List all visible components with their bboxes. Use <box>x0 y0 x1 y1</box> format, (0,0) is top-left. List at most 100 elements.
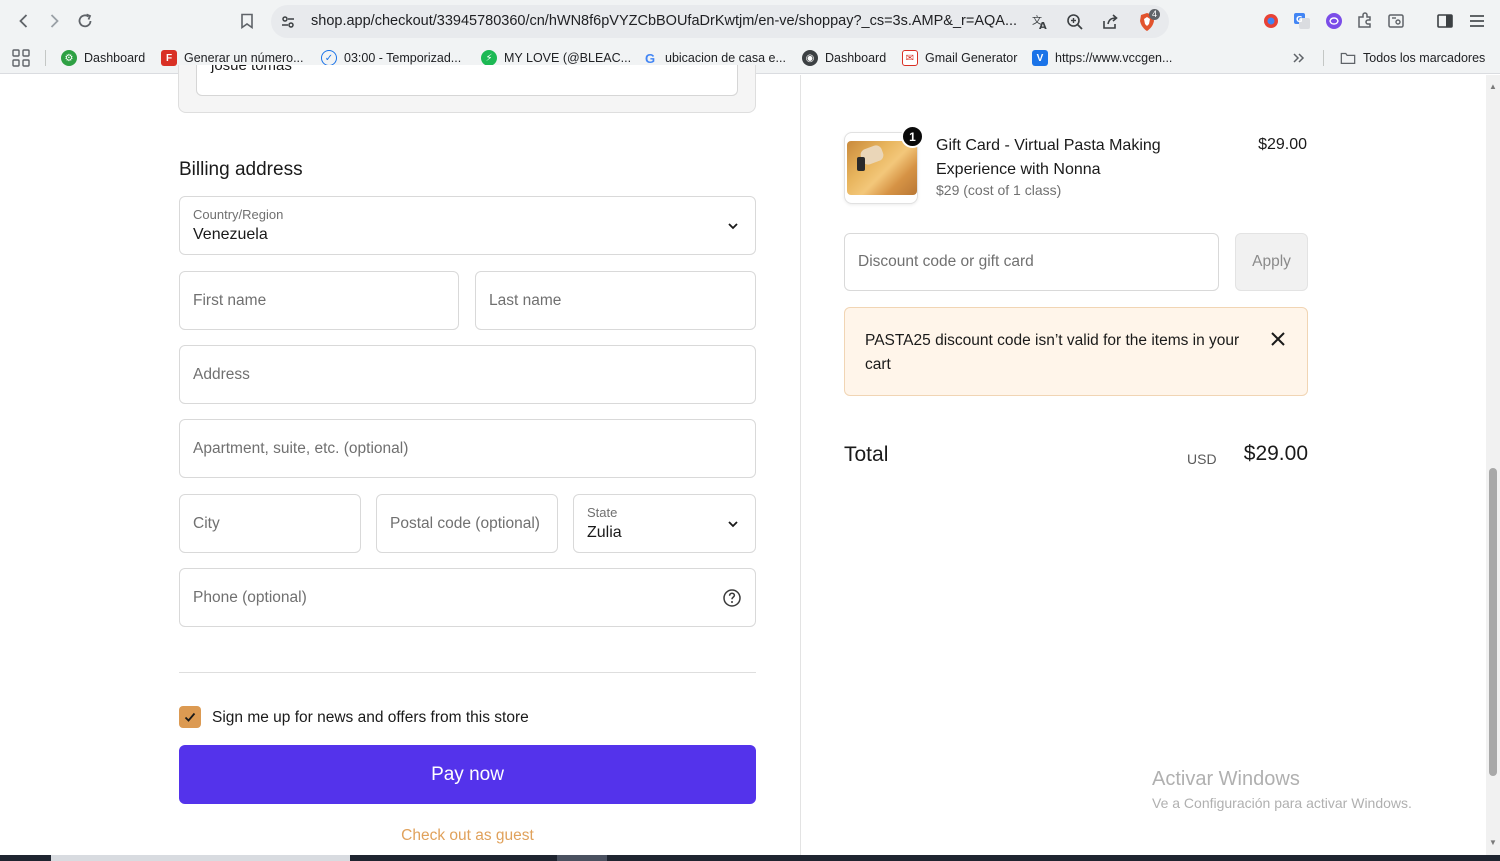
close-icon[interactable] <box>1269 330 1287 348</box>
svg-text:A: A <box>1039 21 1047 31</box>
total-currency: USD <box>1187 451 1217 467</box>
checkout-page: josue tomas Billing address Country/Regi… <box>0 65 1500 855</box>
discount-placeholder: Discount code or gift card <box>858 253 1034 270</box>
pay-now-button[interactable]: Pay now <box>179 745 756 804</box>
checkout-as-guest-link[interactable]: Check out as guest <box>179 827 756 845</box>
last-name-input[interactable]: Last name <box>475 271 756 330</box>
bookmark-gmail-generator[interactable]: ✉ Gmail Generator <box>902 49 1017 67</box>
country-value: Venezuela <box>193 226 268 243</box>
discount-code-input[interactable]: Discount code or gift card <box>844 233 1219 291</box>
extensions-puzzle-icon[interactable] <box>1354 10 1376 32</box>
section-divider <box>179 672 756 673</box>
apartment-placeholder: Apartment, suite, etc. (optional) <box>193 439 409 457</box>
scroll-down-icon[interactable]: ▼ <box>1489 839 1497 847</box>
newsletter-label: Sign me up for news and offers from this… <box>212 709 529 726</box>
checkmark-icon <box>184 712 196 722</box>
more-bookmarks-icon[interactable] <box>1292 49 1306 67</box>
zoom-icon[interactable] <box>1064 11 1086 33</box>
state-label: State <box>587 505 618 520</box>
brave-shield-icon[interactable]: 4 <box>1136 9 1161 33</box>
check-clock-icon: ✓ <box>321 50 337 66</box>
bookmark-label: ubicacion de casa e... <box>665 51 786 65</box>
bookmark-label: Gmail Generator <box>925 51 1018 65</box>
taskbar-item[interactable] <box>557 855 607 861</box>
browser-toolbar: shop.app/checkout/33945780360/cn/hWN8f6p… <box>0 0 1500 42</box>
discount-error-message: PASTA25 discount code isn’t valid for th… <box>865 332 1240 373</box>
svg-text:G: G <box>1296 15 1303 24</box>
windows-activation-title: Activar Windows <box>1152 768 1300 790</box>
v-logo-icon: V <box>1032 50 1048 66</box>
url-text[interactable]: shop.app/checkout/33945780360/cn/hWN8f6p… <box>311 13 1031 29</box>
contact-card: josue tomas <box>178 65 756 113</box>
google-translate-icon[interactable]: G <box>1291 10 1313 32</box>
bookmark-icon[interactable] <box>234 8 260 34</box>
bookmark-label: Dashboard <box>825 51 887 65</box>
state-value: Zulia <box>587 524 622 541</box>
first-name-placeholder: First name <box>193 291 267 309</box>
forward-icon[interactable] <box>41 8 67 34</box>
total-amount: $29.00 <box>1243 442 1308 465</box>
apartment-input[interactable]: Apartment, suite, etc. (optional) <box>179 419 756 478</box>
bookmark-label: Dashboard <box>84 51 146 65</box>
bookmark-label: 03:00 - Temporizad... <box>344 51 462 65</box>
apply-button[interactable]: Apply <box>1235 233 1308 291</box>
city-input[interactable]: City <box>179 494 361 553</box>
address-bar[interactable]: shop.app/checkout/33945780360/cn/hWN8f6p… <box>271 5 1169 38</box>
item-price: $29.00 <box>1258 136 1307 153</box>
scroll-up-icon[interactable]: ▲ <box>1489 83 1497 91</box>
share-icon[interactable] <box>1099 11 1121 33</box>
apps-grid-icon[interactable] <box>12 49 30 67</box>
site-info-icon[interactable] <box>277 11 299 33</box>
scrollbar-thumb[interactable] <box>1489 468 1497 776</box>
all-bookmarks[interactable]: Todos los marcadores <box>1340 49 1485 67</box>
bookmark-label: Todos los marcadores <box>1363 51 1486 65</box>
first-name-input[interactable]: First name <box>179 271 459 330</box>
page-scrollbar[interactable]: ▲ ▼ <box>1486 75 1500 855</box>
taskbar-item-active[interactable] <box>51 855 350 861</box>
address-input[interactable]: Address <box>179 345 756 404</box>
windows-activation-subtitle: Ve a Configuración para activar Windows. <box>1152 795 1412 811</box>
last-name-placeholder: Last name <box>489 291 562 309</box>
bolt-circle-icon: ⚡ <box>481 50 497 66</box>
product-image <box>847 141 917 195</box>
sidebar-icon[interactable] <box>1434 10 1456 32</box>
bookmarks-separator <box>45 50 46 66</box>
bookmarks-separator <box>1323 50 1324 66</box>
extension-bug-icon[interactable] <box>1260 10 1282 32</box>
state-select[interactable]: State Zulia <box>573 494 756 553</box>
shield-count-badge: 4 <box>1149 9 1161 20</box>
extension-purple-icon[interactable] <box>1323 10 1345 32</box>
folder-icon <box>1340 50 1356 66</box>
gmail-icon: ✉ <box>902 50 918 66</box>
phone-input[interactable]: Phone (optional) <box>179 568 756 627</box>
translate-icon[interactable]: 文A <box>1029 11 1051 33</box>
country-select[interactable]: Country/Region Venezuela <box>179 196 756 255</box>
bookmark-dashboard-2[interactable]: ◉ Dashboard <box>802 49 886 67</box>
chevron-down-icon <box>728 222 738 229</box>
bookmark-dashboard-1[interactable]: ⚙ Dashboard <box>61 49 145 67</box>
postal-code-input[interactable]: Postal code (optional) <box>376 494 558 553</box>
bookmark-label: https://www.vccgen... <box>1055 51 1173 65</box>
city-placeholder: City <box>193 514 220 532</box>
newsletter-checkbox[interactable] <box>179 706 201 728</box>
item-title: Gift Card - Virtual Pasta Making Experie… <box>936 137 1161 178</box>
item-subtitle: $29 (cost of 1 class) <box>936 182 1062 198</box>
discount-error-alert: PASTA25 discount code isn’t valid for th… <box>844 307 1308 396</box>
postal-code-placeholder: Postal code (optional) <box>390 514 540 532</box>
name-field-value: josue tomas <box>211 65 292 74</box>
help-circle-icon[interactable] <box>722 588 742 608</box>
gear-circle-icon: ⚙ <box>61 50 77 66</box>
bookmark-vccgen[interactable]: V https://www.vccgen... <box>1032 49 1172 67</box>
reading-mode-icon[interactable] <box>1385 10 1407 32</box>
billing-address-title: Billing address <box>179 159 303 180</box>
chevron-down-icon <box>728 520 738 527</box>
quantity-badge: 1 <box>901 125 924 148</box>
taskbar-edge <box>0 855 1500 861</box>
order-summary: 1 Gift Card - Virtual Pasta Making Exper… <box>800 75 1486 855</box>
name-field[interactable]: josue tomas <box>196 65 738 96</box>
country-label: Country/Region <box>193 207 284 222</box>
reload-icon[interactable] <box>72 8 98 34</box>
menu-icon[interactable] <box>1466 10 1488 32</box>
total-label: Total <box>844 443 889 466</box>
back-icon[interactable] <box>11 8 37 34</box>
